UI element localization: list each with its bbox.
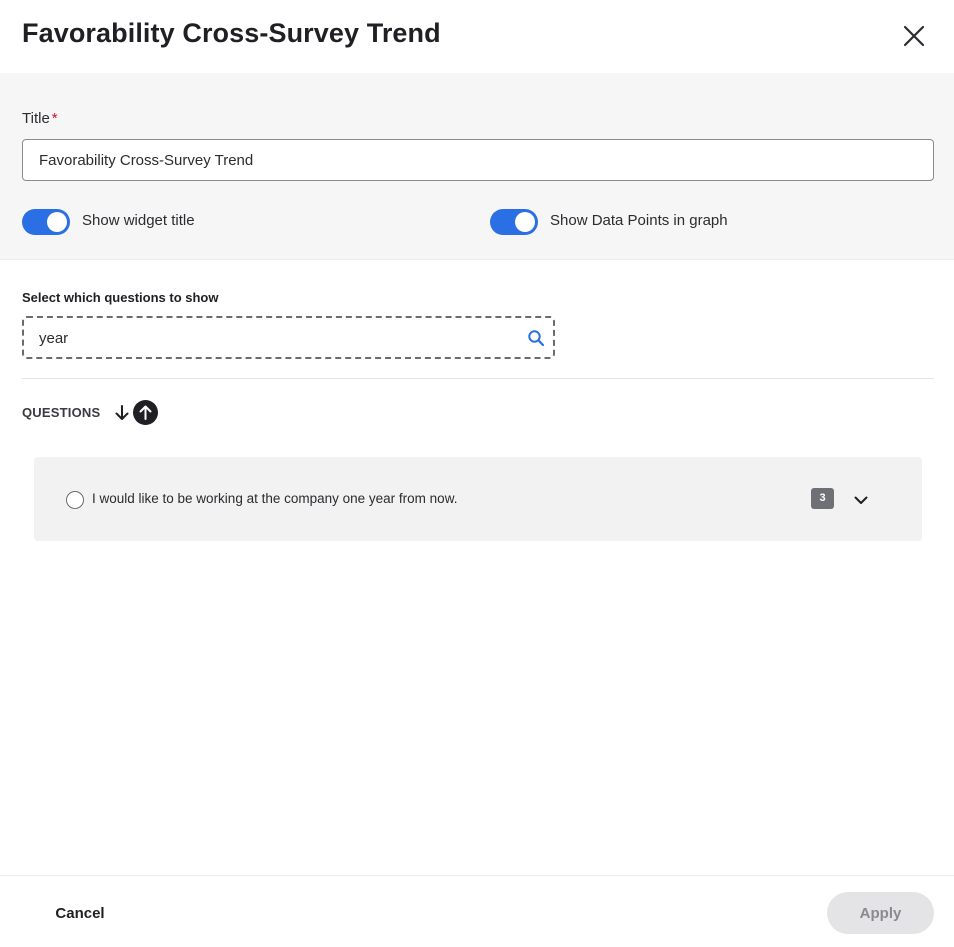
arrow-down-icon [115,405,129,420]
show-data-points-toggle[interactable] [490,209,538,235]
toggle-knob [515,212,535,232]
close-icon [903,25,925,47]
close-button[interactable] [900,22,928,50]
survey-count-badge: 3 [811,488,834,509]
settings-panel: Title* Show widget title Show Data Point… [0,73,954,260]
cancel-button[interactable]: Cancel [34,890,126,936]
show-widget-title-toggle[interactable] [22,209,70,235]
questions-header: QUESTIONS [22,405,101,420]
question-radio[interactable] [66,491,84,509]
question-text: I would like to be working at the compan… [92,491,458,506]
title-input[interactable] [22,139,934,181]
show-widget-title-label: Show widget title [82,212,195,229]
dialog-title: Favorability Cross-Survey Trend [22,18,441,48]
toggle-knob [47,212,67,232]
chevron-down-icon [854,496,868,504]
title-label-text: Title [22,110,50,127]
search-icon[interactable] [527,329,545,347]
sort-ascending-button[interactable] [133,400,158,425]
question-list-item[interactable]: I would like to be working at the compan… [34,457,922,541]
select-questions-label: Select which questions to show [22,290,219,305]
question-search-box [22,316,555,359]
show-data-points-label: Show Data Points in graph [550,212,728,229]
expand-question-button[interactable] [852,491,870,509]
dialog-header: Favorability Cross-Survey Trend [0,0,954,73]
required-mark: * [51,110,58,127]
sort-descending-button[interactable] [113,403,131,423]
question-search-input[interactable] [39,328,509,348]
apply-button[interactable]: Apply [827,892,934,934]
title-field-label: Title * [22,110,58,127]
section-divider [22,378,934,379]
dialog-footer: Cancel Apply [0,875,954,947]
arrow-up-icon [139,405,152,420]
